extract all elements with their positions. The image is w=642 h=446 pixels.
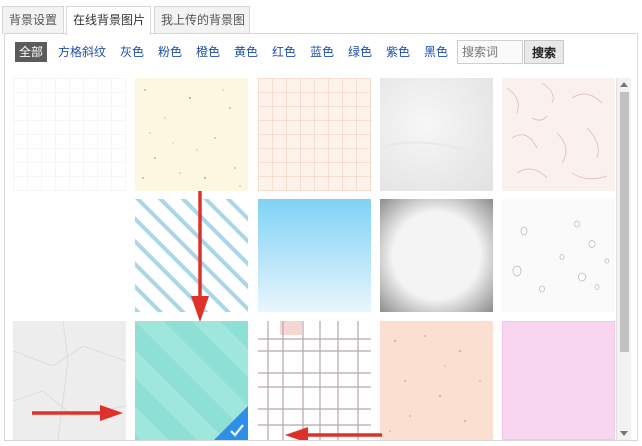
tab-background-settings[interactable]: 背景设置 (2, 6, 64, 34)
tile-peach-speckle[interactable] (380, 321, 493, 440)
background-panel: 全部 方格斜纹 灰色 粉色 橙色 黄色 红色 蓝色 绿色 紫色 黑色 搜索 (4, 33, 638, 441)
peach-speckle-pattern (380, 321, 493, 440)
cream-speckle-pattern (135, 78, 248, 191)
tile-pink-fiber[interactable] (502, 78, 615, 191)
pink-fiber-pattern (502, 78, 615, 191)
scroll-up-icon[interactable] (620, 82, 628, 87)
filter-purple[interactable]: 紫色 (386, 42, 410, 62)
white-grid-pattern (13, 78, 126, 191)
filter-black[interactable]: 黑色 (424, 42, 448, 62)
filter-grid-stripes[interactable]: 方格斜纹 (58, 42, 106, 62)
search-input[interactable] (457, 40, 523, 64)
water-drops-pattern (502, 199, 615, 312)
tile-water-drops[interactable] (502, 199, 615, 312)
scroll-down-icon[interactable] (620, 431, 628, 436)
filter-grey[interactable]: 灰色 (120, 42, 144, 62)
scroll-thumb[interactable] (620, 92, 629, 352)
tile-crumpled-grey[interactable] (13, 321, 126, 440)
tile-teal-stripes[interactable] (135, 321, 248, 440)
selected-check-icon (214, 406, 248, 440)
tile-grey-paper[interactable] (380, 78, 493, 191)
blank-white-pattern (13, 199, 126, 312)
sky-gradient-pattern (258, 199, 371, 312)
tile-cream-speckle[interactable] (135, 78, 248, 191)
filter-yellow[interactable]: 黄色 (234, 42, 258, 62)
tile-vignette-paper[interactable] (380, 199, 493, 312)
tab-bar: 背景设置 在线背景图片 我上传的背景图 (0, 0, 642, 35)
gallery-scrollbar[interactable] (616, 78, 631, 440)
light-pink-pattern (502, 321, 615, 440)
filter-orange[interactable]: 橙色 (196, 42, 220, 62)
tile-peach-grid[interactable] (258, 78, 371, 191)
search-button[interactable]: 搜索 (524, 40, 564, 64)
filter-blue[interactable]: 蓝色 (310, 42, 334, 62)
grey-paper-pattern (380, 78, 493, 191)
filter-all[interactable]: 全部 (15, 42, 48, 62)
background-gallery (8, 78, 616, 440)
tile-light-pink[interactable] (502, 321, 615, 440)
vignette-paper-pattern (380, 199, 493, 312)
tile-blank-white[interactable] (13, 199, 126, 312)
filter-pink[interactable]: 粉色 (158, 42, 182, 62)
tile-blue-diagonal-stripes[interactable] (135, 199, 248, 312)
filter-green[interactable]: 绿色 (348, 42, 372, 62)
tile-sky-blue-gradient[interactable] (258, 199, 371, 312)
peach-grid-pattern (258, 78, 371, 191)
tile-white-grid[interactable] (13, 78, 126, 191)
tab-online-backgrounds[interactable]: 在线背景图片 (66, 6, 151, 35)
blue-stripes-pattern (135, 199, 248, 312)
tile-plaid-lines[interactable] (258, 321, 371, 440)
tab-my-uploads[interactable]: 我上传的背景图 (154, 6, 250, 34)
plaid-lines-pattern (258, 321, 371, 440)
crumpled-grey-pattern (13, 321, 126, 440)
filter-red[interactable]: 红色 (272, 42, 296, 62)
